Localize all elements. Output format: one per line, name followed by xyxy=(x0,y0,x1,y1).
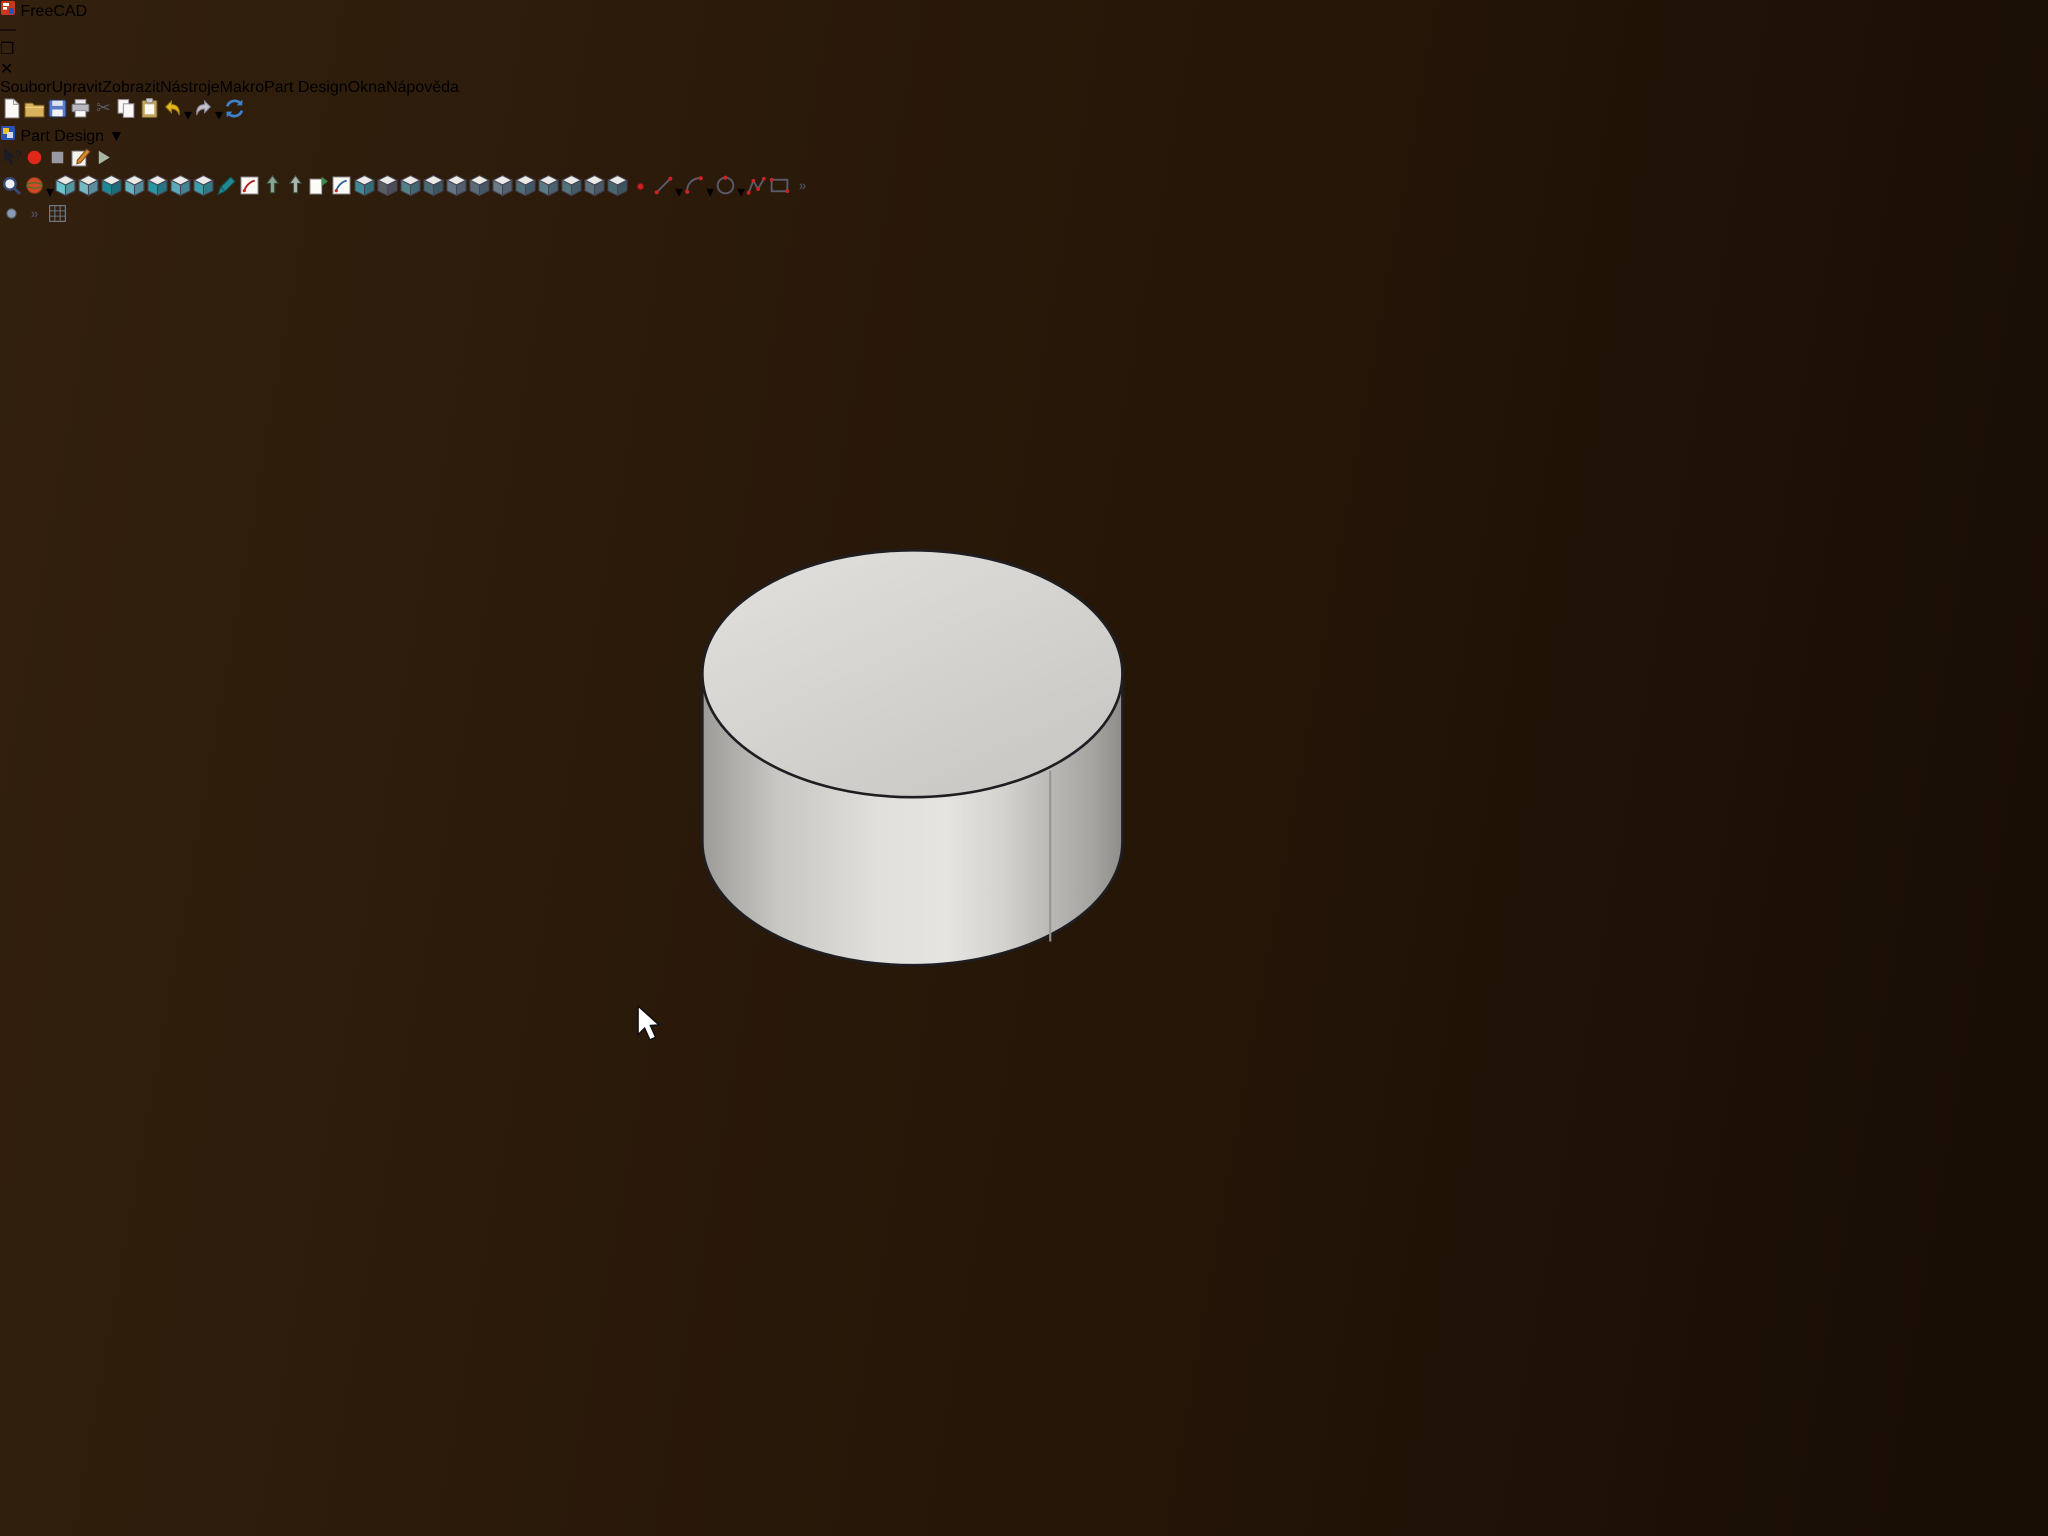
undo-icon[interactable]: ▾ xyxy=(161,107,192,124)
menu-item-zobrazit[interactable]: Zobrazit xyxy=(102,79,160,96)
print-icon[interactable] xyxy=(69,107,92,124)
fillet-icon[interactable] xyxy=(445,184,468,201)
validate-sketch-icon[interactable] xyxy=(330,184,353,201)
mouse-cursor xyxy=(638,1006,659,1040)
menubar: SouborUpravitZobrazitNástrojeMakroPart D… xyxy=(0,79,2048,97)
view-rear-icon[interactable] xyxy=(146,184,169,201)
toolbar-view: ▾▾▾▾» » xyxy=(0,174,2048,230)
menu-item-part-design[interactable]: Part Design xyxy=(264,79,348,96)
view-sketch-icon[interactable] xyxy=(307,184,330,201)
thickness-icon[interactable] xyxy=(514,184,537,201)
sketch-arc-icon[interactable]: ▾ xyxy=(683,184,714,201)
toolbar-file-group: ✂ ▾ ▾ xyxy=(0,97,2048,125)
linear-pattern-icon[interactable] xyxy=(560,184,583,201)
multi-transform-icon[interactable] xyxy=(606,184,629,201)
view-left-icon[interactable] xyxy=(192,184,215,201)
workbench-selector[interactable]: Part Design ▼ xyxy=(0,125,2048,146)
menu-item-n-pov-da[interactable]: Nápověda xyxy=(386,79,459,96)
toolbar-view-main: ▾▾▾▾» xyxy=(0,174,2048,202)
map-sketch-icon[interactable] xyxy=(261,184,284,201)
draft-icon[interactable] xyxy=(491,184,514,201)
reorient-sketch-icon[interactable] xyxy=(284,184,307,201)
photo-background-left xyxy=(0,0,50,1536)
redo-icon[interactable]: ▾ xyxy=(192,107,223,124)
toolbar-overflow-icon[interactable]: » xyxy=(791,184,814,201)
paste-icon[interactable] xyxy=(138,107,161,124)
new-sketch-icon[interactable] xyxy=(238,184,261,201)
sketch-polyline-icon[interactable] xyxy=(745,184,768,201)
pad-icon[interactable] xyxy=(353,184,376,201)
menu-item-upravit[interactable]: Upravit xyxy=(52,79,103,96)
sketch-line-icon[interactable]: ▾ xyxy=(652,184,683,201)
main-area: z y x Kombinované zobrazení Model Úkoly … xyxy=(0,230,2048,1536)
menu-item-makro[interactable]: Makro xyxy=(220,79,264,96)
3d-viewport[interactable]: z y x xyxy=(0,230,2048,1536)
toolbar-macro-group: ? xyxy=(0,146,2048,174)
toolbar-view-right: » xyxy=(0,202,2048,230)
groove-icon[interactable] xyxy=(422,184,445,201)
copy-icon[interactable] xyxy=(115,107,138,124)
menu-item-n-stroje[interactable]: Nástroje xyxy=(160,79,220,96)
maximize-button[interactable]: ❐ xyxy=(0,39,2048,59)
freecad-window: FreeCAD — ❐ ✕ SouborUpravitZobrazitNástr… xyxy=(0,0,2048,1536)
cut-icon[interactable]: ✂ xyxy=(92,107,115,124)
sketch-rectangle-icon[interactable] xyxy=(768,184,791,201)
macro-play-icon[interactable] xyxy=(92,156,115,173)
dropdown-caret-icon[interactable]: ▾ xyxy=(737,184,745,201)
toolbar-standard: ✂ ▾ ▾ Part Design ▼ ? xyxy=(0,97,2048,174)
dropdown-caret-icon[interactable]: ▾ xyxy=(706,184,714,201)
window-controls: — ❐ ✕ xyxy=(0,21,2048,79)
view-front-icon[interactable] xyxy=(77,184,100,201)
measure-distance-icon[interactable] xyxy=(215,184,238,201)
sketch-point-icon[interactable] xyxy=(629,184,652,201)
dropdown-caret-icon[interactable]: ▾ xyxy=(184,107,192,124)
mirrored-icon[interactable] xyxy=(537,184,560,201)
view-right-icon[interactable] xyxy=(123,184,146,201)
refresh-icon[interactable] xyxy=(223,107,246,124)
sketch-circle-icon[interactable]: ▾ xyxy=(714,184,745,201)
revolution-icon[interactable] xyxy=(399,184,422,201)
macro-edit-icon[interactable] xyxy=(69,156,92,173)
chamfer-icon[interactable] xyxy=(468,184,491,201)
minimize-button[interactable]: — xyxy=(0,21,2048,39)
view-top-icon[interactable] xyxy=(100,184,123,201)
svg-text:✂: ✂ xyxy=(96,98,111,118)
chevron-down-icon: ▼ xyxy=(109,128,125,145)
photo-of-monitor: FreeCAD — ❐ ✕ SouborUpravitZobrazitNástr… xyxy=(0,0,2048,1536)
close-button[interactable]: ✕ xyxy=(0,59,2048,79)
cylinder-solid xyxy=(702,550,1122,965)
dropdown-caret-icon[interactable]: ▾ xyxy=(215,107,223,124)
svg-text:»: » xyxy=(799,178,807,193)
view-bottom-icon[interactable] xyxy=(169,184,192,201)
view-axonometric-icon[interactable] xyxy=(54,184,77,201)
menu-item-okna[interactable]: Okna xyxy=(348,79,386,96)
titlebar: FreeCAD — ❐ ✕ xyxy=(0,0,2048,79)
polar-pattern-icon[interactable] xyxy=(583,184,606,201)
dropdown-caret-icon[interactable]: ▾ xyxy=(675,184,683,201)
pocket-icon[interactable] xyxy=(376,184,399,201)
